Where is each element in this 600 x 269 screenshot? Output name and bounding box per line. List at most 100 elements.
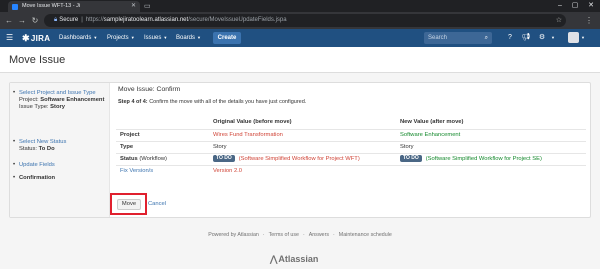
row-label-note: (Workflow)	[139, 156, 167, 162]
step-bullet-icon: •	[13, 175, 16, 181]
reload-icon[interactable]: ↻	[29, 14, 41, 27]
url-path: /secure/MoveIssueUpdateFields.jspa	[188, 17, 287, 23]
table-header-row: Original Value (before move) New Value (…	[116, 117, 586, 128]
nav-projects[interactable]: Projects ▼	[107, 32, 135, 44]
url-scheme: https://	[85, 17, 104, 23]
url-host: samplejiratoolearn.atlassian.net	[103, 17, 189, 23]
step-select-status[interactable]: • Select New Status Status: To Do	[10, 139, 110, 153]
step-select-project[interactable]: • Select Project and Issue Type Project:…	[10, 90, 110, 111]
avatar[interactable]	[568, 32, 579, 43]
table-row: Project Wires Fund Transformation Softwa…	[116, 129, 586, 140]
browser-tab-bar: Move Issue WFT-13 - Ji ✕ ▭ – ▢ ✕	[0, 0, 600, 12]
row-label: Fix Version/s	[120, 168, 154, 174]
settings-gear-icon[interactable]: ⚙	[537, 32, 547, 44]
chevron-down-icon[interactable]: ▼	[581, 32, 585, 44]
step-bullet-icon: •	[13, 90, 16, 96]
workflow-name: (Software Simplified Workflow for Projec…	[238, 156, 360, 162]
step-number: Step 4 of 4:	[118, 99, 148, 105]
step-type-meta: Issue Type: Story	[19, 104, 110, 111]
step-info: Step 4 of 4: Confirm the move with all o…	[118, 99, 306, 105]
secure-label: Secure	[59, 17, 79, 23]
row-label: Type	[120, 144, 134, 150]
move-button[interactable]: Move	[117, 199, 141, 210]
new-tab-icon[interactable]: ▭	[144, 2, 158, 11]
notifications-icon[interactable]: 📢︎	[521, 32, 531, 44]
meta-value: To Do	[38, 146, 55, 152]
create-button[interactable]: Create	[213, 32, 241, 44]
jira-favicon-icon	[12, 4, 18, 10]
cancel-link[interactable]: Cancel	[148, 199, 166, 210]
row-label-text: Status	[120, 156, 138, 162]
row-label: Status (Workflow)	[120, 154, 167, 165]
app-switcher-icon[interactable]: ☰	[6, 32, 16, 44]
step-label[interactable]: Select Project and Issue Type	[19, 90, 110, 97]
meta-value: Story	[50, 104, 65, 110]
jira-header: ☰ ✱JIRA Dashboards ▼ Projects ▼ Issues ▼ Bo…	[0, 29, 600, 47]
confirm-section: Move Issue: Confirm Step 4 of 4: Confirm…	[116, 83, 586, 217]
minimize-icon[interactable]: –	[553, 0, 567, 12]
help-icon[interactable]: ?	[505, 32, 515, 44]
search-icon: ⌕	[484, 35, 488, 41]
wizard-steps: • Select Project and Issue Type Project:…	[10, 83, 110, 217]
meta-label: Status:	[19, 146, 38, 152]
address-bar[interactable]: 🔒︎ Secure | https://samplejiratoolearn.atla…	[44, 14, 566, 27]
tab-close-icon[interactable]: ✕	[131, 1, 136, 12]
step-label: Confirmation	[19, 175, 56, 181]
browser-tab[interactable]: Move Issue WFT-13 - Ji ✕	[8, 1, 140, 12]
column-header: New Value (after move)	[400, 119, 464, 125]
chevron-down-icon: ▼	[93, 35, 98, 40]
logo-text: Atlassian	[278, 254, 319, 264]
bookmark-star-icon[interactable]: ☆	[556, 14, 562, 27]
jira-logo[interactable]: ✱JIRA	[22, 32, 50, 44]
step-label[interactable]: Update Fields	[19, 162, 110, 169]
step-status-meta: Status: To Do	[19, 146, 110, 153]
back-icon[interactable]: ←	[3, 14, 15, 27]
browser-menu-icon[interactable]: ⋮	[584, 14, 594, 27]
page-header: Move Issue	[0, 47, 600, 73]
nav-dashboards[interactable]: Dashboards ▼	[59, 32, 97, 44]
old-value: TO DO (Software Simplified Workflow for P…	[213, 154, 360, 165]
nav-label: Projects	[107, 35, 129, 41]
search-input[interactable]: Search ⌕	[424, 32, 492, 44]
footer-link-answers[interactable]: Answers	[309, 232, 329, 238]
old-value: Story	[213, 144, 227, 150]
step-bullet-icon: •	[13, 162, 16, 168]
page-title: Move Issue	[9, 54, 66, 66]
workflow-name: (Software Simplified Workflow for Projec…	[425, 156, 542, 162]
nav-boards[interactable]: Boards ▼	[176, 32, 201, 44]
status-badge: TO DO	[213, 155, 235, 162]
chevron-down-icon[interactable]: ▼	[548, 32, 558, 44]
nav-label: Dashboards	[59, 35, 92, 41]
table-row: Fix Version/s Version 2.0	[116, 165, 586, 176]
old-value: Wires Fund Transformation	[213, 132, 283, 138]
footer-link-powered[interactable]: Powered by Atlassian	[208, 232, 259, 238]
table-row: Status (Workflow) TO DO (Software Simplif…	[116, 153, 586, 164]
step-update-fields[interactable]: • Update Fields	[10, 162, 110, 169]
forward-icon[interactable]: →	[16, 14, 28, 27]
chevron-down-icon: ▼	[163, 35, 168, 40]
browser-toolbar: ← → ↻ 🔒︎ Secure | https://samplejiratoolear…	[0, 12, 600, 29]
nav-issues[interactable]: Issues ▼	[144, 32, 167, 44]
footer-link-maintenance[interactable]: Maintenance schedule	[339, 232, 392, 238]
tab-title: Move Issue WFT-13 - Ji	[22, 3, 81, 9]
move-issue-panel: • Select Project and Issue Type Project:…	[9, 82, 591, 218]
nav-label: Issues	[144, 35, 162, 41]
step-text: Confirm the move with all of the details…	[149, 99, 307, 105]
step-confirmation: • Confirmation	[10, 175, 110, 182]
step-project-meta: Project: Software Enhancement	[19, 97, 110, 104]
step-label[interactable]: Select New Status	[19, 139, 110, 146]
new-value: Story	[400, 144, 414, 150]
atlassian-logo[interactable]: ⋀Atlassian	[270, 254, 318, 265]
meta-label: Project:	[19, 97, 39, 103]
footer-link-terms[interactable]: Terms of use	[269, 232, 299, 238]
logo-text: JIRA	[30, 34, 51, 43]
row-label: Project	[120, 132, 140, 138]
lock-icon: 🔒︎	[54, 17, 58, 23]
step-bullet-icon: •	[13, 139, 16, 145]
maximize-icon[interactable]: ▢	[568, 0, 582, 12]
atlassian-logo-icon: ⋀	[270, 254, 278, 264]
window-close-icon[interactable]: ✕	[584, 0, 598, 12]
search-placeholder: Search	[428, 35, 448, 41]
new-value: TO DO (Software Simplified Workflow for P…	[400, 154, 542, 165]
column-header: Original Value (before move)	[213, 119, 292, 125]
